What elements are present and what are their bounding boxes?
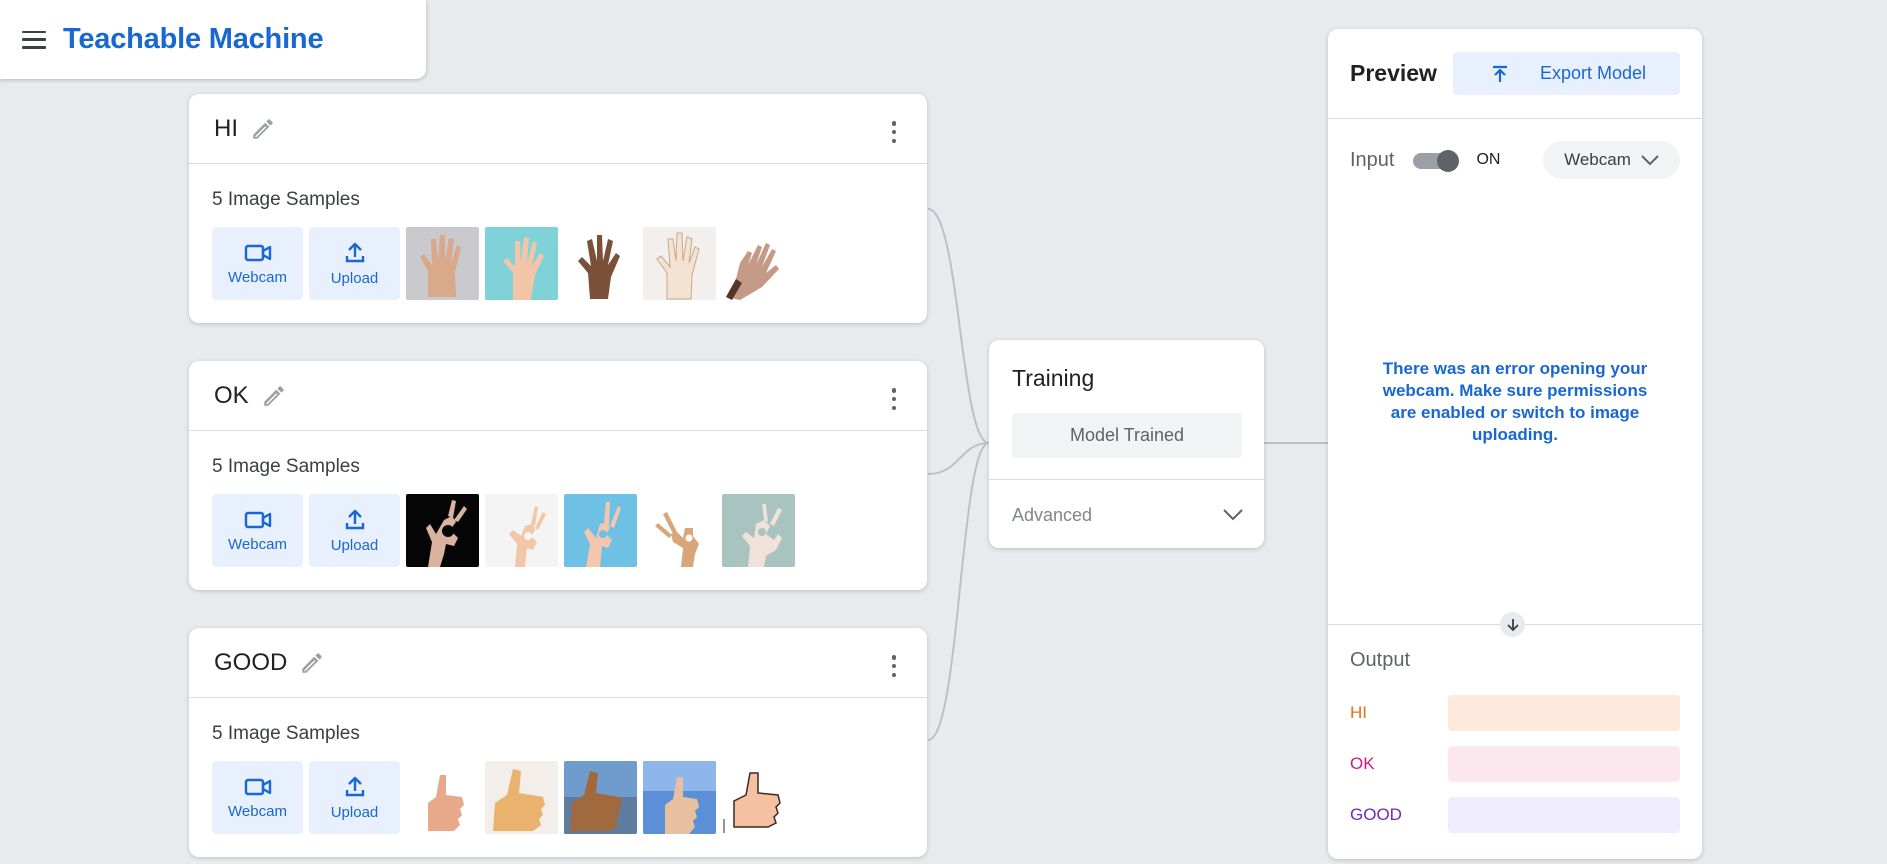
output-label: GOOD [1350, 805, 1402, 824]
input-source-label: Webcam [1564, 150, 1631, 169]
sample-thumbnail[interactable] [643, 494, 716, 567]
class-card-header: GOOD [189, 628, 927, 698]
webcam-button-label: Webcam [228, 802, 287, 820]
sample-row: Webcam Upload [212, 227, 904, 300]
webcam-button-label: Webcam [228, 268, 287, 286]
videocam-icon [244, 511, 271, 528]
sample-row: Webcam Upload [212, 761, 904, 834]
class-card-ok: OK 5 Image Samples Webcam Upload [189, 361, 927, 590]
sample-thumbnail[interactable] [564, 494, 637, 567]
webcam-button[interactable]: Webcam [212, 761, 303, 834]
output-section: Output HI OK GOOD [1328, 612, 1702, 859]
app-title[interactable]: Teachable Machine [63, 23, 324, 56]
webcam-button-label: Webcam [228, 535, 287, 553]
upload-icon [345, 242, 364, 262]
sample-thumbnail[interactable] [406, 761, 479, 834]
sample-row: Webcam Upload [212, 494, 904, 567]
preview-panel: Preview Export Model Input ON Webcam The… [1328, 29, 1702, 859]
sample-thumbnail[interactable] [406, 227, 479, 300]
samples-count: 5 Image Samples [212, 723, 360, 744]
pencil-icon[interactable] [261, 383, 287, 409]
sample-thumbnail[interactable] [722, 761, 795, 834]
confidence-bar [1448, 746, 1680, 782]
sample-thumbnail[interactable] [485, 227, 558, 300]
arrow-down-icon[interactable] [1500, 612, 1525, 637]
more-vert-icon[interactable] [891, 655, 897, 677]
videocam-icon [244, 244, 271, 261]
input-source-select[interactable]: Webcam [1543, 141, 1680, 179]
output-row-good: GOOD [1350, 797, 1680, 833]
sample-thumbnail[interactable] [722, 227, 795, 300]
input-toggle[interactable] [1413, 149, 1460, 172]
webcam-button[interactable]: Webcam [212, 494, 303, 567]
class-name[interactable]: HI [214, 115, 238, 143]
export-model-label: Export Model [1540, 63, 1647, 83]
sample-thumbnail[interactable] [643, 761, 716, 834]
class-name[interactable]: GOOD [214, 649, 287, 677]
sample-thumbnail[interactable] [406, 494, 479, 567]
more-vert-icon[interactable] [891, 121, 897, 143]
advanced-label: Advanced [1012, 504, 1093, 525]
sample-thumbnail[interactable] [643, 227, 716, 300]
class-name[interactable]: OK [214, 382, 249, 410]
export-icon [1493, 65, 1507, 82]
training-title: Training [1012, 365, 1095, 391]
more-vert-icon[interactable] [891, 388, 897, 410]
upload-button-label: Upload [330, 536, 379, 554]
training-card: Training Model Trained Advanced [989, 340, 1264, 548]
sample-thumbnail[interactable] [722, 494, 795, 567]
upload-button[interactable]: Upload [309, 494, 400, 567]
preview-title: Preview [1350, 60, 1437, 86]
sample-thumbnail[interactable] [485, 761, 558, 834]
export-model-button[interactable]: Export Model [1453, 52, 1680, 95]
upload-button[interactable]: Upload [309, 761, 400, 834]
pencil-icon[interactable] [299, 650, 325, 676]
confidence-bar [1448, 695, 1680, 731]
upload-icon [345, 509, 364, 529]
upload-button-label: Upload [330, 269, 379, 287]
app-bar: Teachable Machine [0, 0, 426, 79]
webcam-error-message: There was an error opening your webcam. … [1382, 359, 1648, 444]
sample-thumbnail[interactable] [564, 761, 637, 834]
advanced-toggle[interactable]: Advanced [1012, 495, 1244, 535]
samples-count: 5 Image Samples [212, 456, 360, 477]
class-card-header: OK [189, 361, 927, 431]
output-row-ok: OK [1350, 746, 1680, 782]
pencil-icon[interactable] [250, 116, 276, 142]
class-card-header: HI [189, 94, 927, 164]
class-card-good: GOOD 5 Image Samples Webcam Upload [189, 628, 927, 857]
toggle-state: ON [1476, 151, 1501, 168]
confidence-bar [1448, 797, 1680, 833]
webcam-button[interactable]: Webcam [212, 227, 303, 300]
chevron-down-icon [1223, 509, 1243, 521]
menu-icon[interactable] [22, 30, 46, 49]
samples-count: 5 Image Samples [212, 189, 360, 210]
videocam-icon [244, 778, 271, 795]
upload-icon [345, 776, 364, 796]
chevron-down-icon [1641, 154, 1659, 165]
upload-button-label: Upload [330, 803, 379, 821]
output-title: Output [1350, 649, 1411, 671]
input-row: Input ON Webcam [1350, 140, 1680, 180]
output-row-hi: HI [1350, 695, 1680, 731]
sample-thumbnail[interactable] [485, 494, 558, 567]
output-label: HI [1350, 703, 1367, 722]
sample-thumbnail[interactable] [564, 227, 637, 300]
input-label: Input [1350, 148, 1395, 171]
upload-button[interactable]: Upload [309, 227, 400, 300]
preview-header: Preview Export Model [1328, 29, 1702, 119]
output-label: OK [1350, 754, 1375, 773]
class-card-hi: HI 5 Image Samples Webcam Upload [189, 94, 927, 323]
train-model-button[interactable]: Model Trained [1012, 413, 1242, 458]
divider [989, 479, 1264, 480]
